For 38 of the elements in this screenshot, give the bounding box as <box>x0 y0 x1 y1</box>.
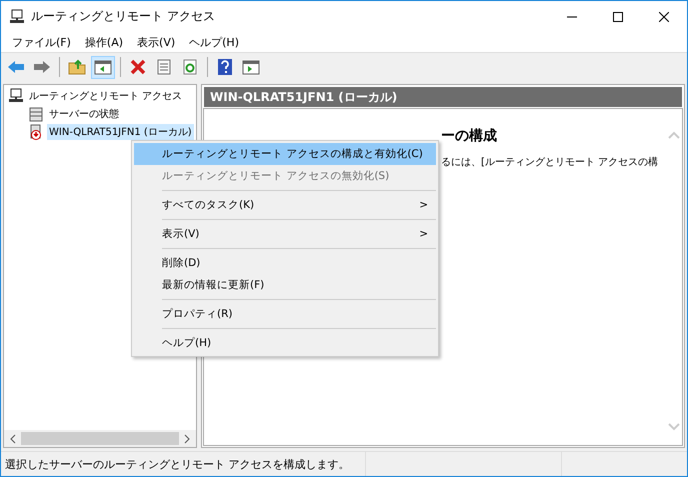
description-text: るには、[ルーティングとリモート アクセスの構 <box>441 156 660 169</box>
tree-item[interactable]: WIN-QLRAT51JFN1 (ローカル) <box>47 124 194 140</box>
server-status-icon <box>28 106 44 122</box>
scroll-up-icon <box>668 131 680 139</box>
console-tree-icon <box>94 60 112 74</box>
tree-item[interactable]: ルーティングとリモート アクセス <box>27 88 184 104</box>
context-menu-item[interactable]: 最新の情報に更新(F) <box>134 274 436 296</box>
context-menu-item[interactable]: 削除(D) <box>134 252 436 274</box>
maximize-icon <box>613 12 623 22</box>
pane-header: WIN-QLRAT51JFN1 (ローカル) <box>202 85 684 107</box>
back-arrow-icon <box>7 60 25 74</box>
window-title: ルーティングとリモート アクセス <box>31 8 216 25</box>
delete-icon <box>130 59 146 75</box>
status-text: 選択したサーバーのルーティングとリモート アクセスを構成します。 <box>1 452 366 476</box>
action-pane-icon <box>242 60 260 74</box>
computer-icon <box>9 8 25 24</box>
context-menu-item[interactable]: ルーティングとリモート アクセスの構成と有効化(C) <box>134 143 436 165</box>
refresh-icon <box>182 59 198 75</box>
menu-item[interactable]: ヘルプ(H) <box>182 34 246 50</box>
server-stopped-icon <box>28 124 44 140</box>
menu-item[interactable]: 操作(A) <box>78 34 130 50</box>
help-icon <box>217 58 233 76</box>
scroll-down-icon <box>668 423 680 431</box>
computer-icon <box>8 88 24 104</box>
horizontal-scrollbar[interactable] <box>4 430 196 447</box>
section-heading: ーの構成 <box>441 127 498 145</box>
menu-item[interactable]: 表示(V) <box>130 34 182 50</box>
properties-icon <box>156 59 172 75</box>
tree-item[interactable]: サーバーの状態 <box>47 106 121 122</box>
context-menu-item[interactable]: ヘルプ(H) <box>134 332 436 354</box>
menu-item[interactable]: ファイル(F) <box>5 34 78 50</box>
forward-arrow-icon <box>33 60 51 74</box>
context-menu-item[interactable]: 表示(V) > <box>134 223 436 245</box>
context-menu-item[interactable]: すべてのタスク(K) > <box>134 194 436 216</box>
close-icon <box>659 12 669 22</box>
folder-up-icon <box>68 59 86 75</box>
context-menu-item[interactable]: プロパティ(R) <box>134 303 436 325</box>
toolbar-button[interactable] <box>91 56 115 78</box>
